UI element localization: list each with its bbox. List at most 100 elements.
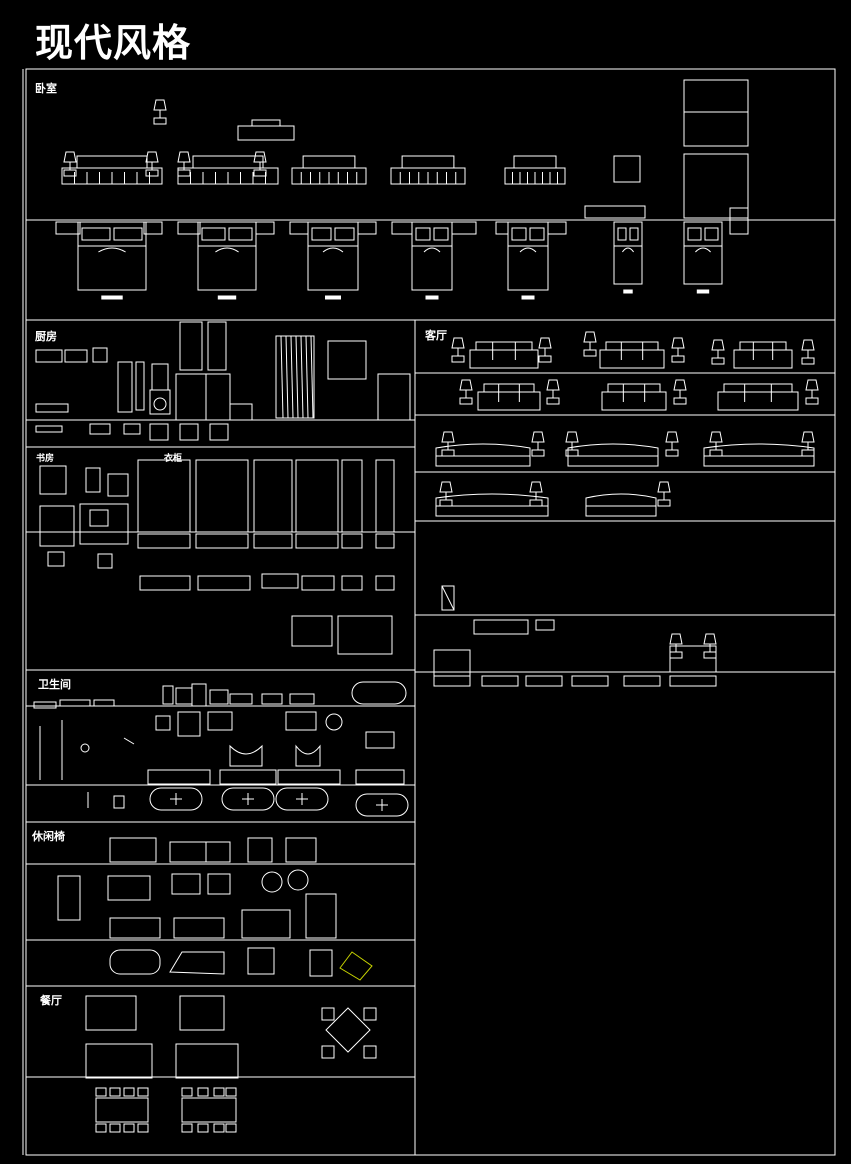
dimension-label xyxy=(101,295,123,300)
lamp-icon xyxy=(459,397,473,405)
dishwasher xyxy=(151,363,169,391)
dining-table-plan xyxy=(95,1097,149,1123)
cabinet xyxy=(107,473,129,497)
dining-set-elevation xyxy=(175,1043,239,1079)
chair-plan xyxy=(363,1045,377,1059)
club-chair xyxy=(285,837,317,863)
towel-bar xyxy=(93,699,115,707)
nightstand-plan xyxy=(177,221,201,235)
headboard xyxy=(192,155,264,169)
lamp-icon xyxy=(529,481,543,493)
classic-sofa xyxy=(567,443,659,467)
chair-plan xyxy=(137,1123,149,1133)
classic-sofa xyxy=(435,443,531,467)
dimension-label xyxy=(623,289,633,294)
lamp-icon xyxy=(711,339,725,351)
nightstand-icon xyxy=(153,99,167,111)
sink-unit xyxy=(64,349,88,363)
cabinet xyxy=(205,373,231,421)
refrigerator-side xyxy=(135,361,145,411)
chair-plan xyxy=(123,1087,135,1097)
wardrobe-base xyxy=(137,533,191,549)
lamp-icon xyxy=(669,633,683,645)
tall-cabinet xyxy=(179,321,203,371)
lamp-icon xyxy=(801,339,815,351)
wardrobe-plan xyxy=(341,575,363,591)
pillow xyxy=(113,227,143,241)
basin xyxy=(229,693,253,705)
lamp-icon xyxy=(529,499,543,507)
freestanding-bathtub xyxy=(147,769,211,785)
dining-set-elevation xyxy=(85,1043,153,1079)
classic-sofa xyxy=(585,493,657,517)
cabinet-plan xyxy=(481,675,519,687)
duvet-fold xyxy=(98,247,126,253)
wardrobe-elevation xyxy=(137,459,191,533)
lamp-icon xyxy=(145,151,159,163)
towel-rack xyxy=(162,685,174,705)
desk xyxy=(39,465,67,495)
wardrobe-plan xyxy=(301,575,335,591)
bunk-bed xyxy=(683,79,749,147)
chair-plan xyxy=(109,1123,121,1133)
round-chair xyxy=(287,869,309,891)
pillow xyxy=(617,227,627,241)
dining-set-elevation xyxy=(85,995,137,1031)
cabinet-pair xyxy=(175,373,231,421)
wardrobe-elevation xyxy=(295,459,339,533)
basin xyxy=(289,693,315,705)
cad-drawing xyxy=(22,68,836,1156)
duvet-fold xyxy=(519,247,537,253)
bathtub-elevation xyxy=(365,731,395,749)
bed-plan xyxy=(411,221,453,291)
curtain-fold xyxy=(305,335,309,419)
chaise-plan xyxy=(57,875,81,921)
nightstand-plan xyxy=(547,221,567,235)
lamp-icon xyxy=(177,151,191,163)
toilet-plan xyxy=(177,711,201,737)
cabinet-plan xyxy=(669,675,717,687)
pillow xyxy=(415,227,431,241)
lamp-icon xyxy=(583,331,597,343)
bedside-table xyxy=(729,207,749,235)
wardrobe-plan xyxy=(139,575,191,591)
nightstand-plan xyxy=(357,221,377,235)
lamp-icon xyxy=(711,357,725,365)
cabinet-plan xyxy=(433,675,471,687)
curtain-fold xyxy=(295,335,299,419)
headboard xyxy=(251,119,281,127)
chair-plan xyxy=(213,1087,225,1097)
lamp-icon xyxy=(531,431,545,443)
pillow xyxy=(81,227,111,241)
sofa-back xyxy=(607,383,661,393)
lamp-icon xyxy=(253,169,267,177)
chair-plan xyxy=(197,1087,209,1097)
radiator-grille xyxy=(327,340,367,380)
basin xyxy=(209,689,229,705)
cooktop xyxy=(179,423,199,441)
lamp-icon xyxy=(451,337,465,349)
wardrobe-base xyxy=(195,533,249,549)
console-table xyxy=(669,645,717,673)
sink-unit xyxy=(92,347,108,363)
chair-plan xyxy=(225,1087,237,1097)
cooktop xyxy=(209,423,229,441)
headboard xyxy=(513,155,557,169)
range-hood xyxy=(123,423,141,435)
duvet-fold xyxy=(423,247,441,253)
nightstand-icon xyxy=(153,117,167,125)
sofa-back xyxy=(475,341,533,351)
chair-plan xyxy=(309,949,333,977)
toilet xyxy=(175,687,193,705)
accessory xyxy=(33,701,57,709)
cabinet-plan xyxy=(525,675,563,687)
nightstand-plan xyxy=(289,221,309,235)
nightstand-plan xyxy=(55,221,81,235)
chair-plan-accent xyxy=(339,951,373,981)
curtain-fold xyxy=(285,335,289,419)
chair-plan xyxy=(47,551,65,567)
wardrobe-elevation xyxy=(375,459,395,533)
nightstand-plan xyxy=(391,221,413,235)
chair-plan xyxy=(363,1007,377,1021)
armchair-plan xyxy=(171,873,201,895)
